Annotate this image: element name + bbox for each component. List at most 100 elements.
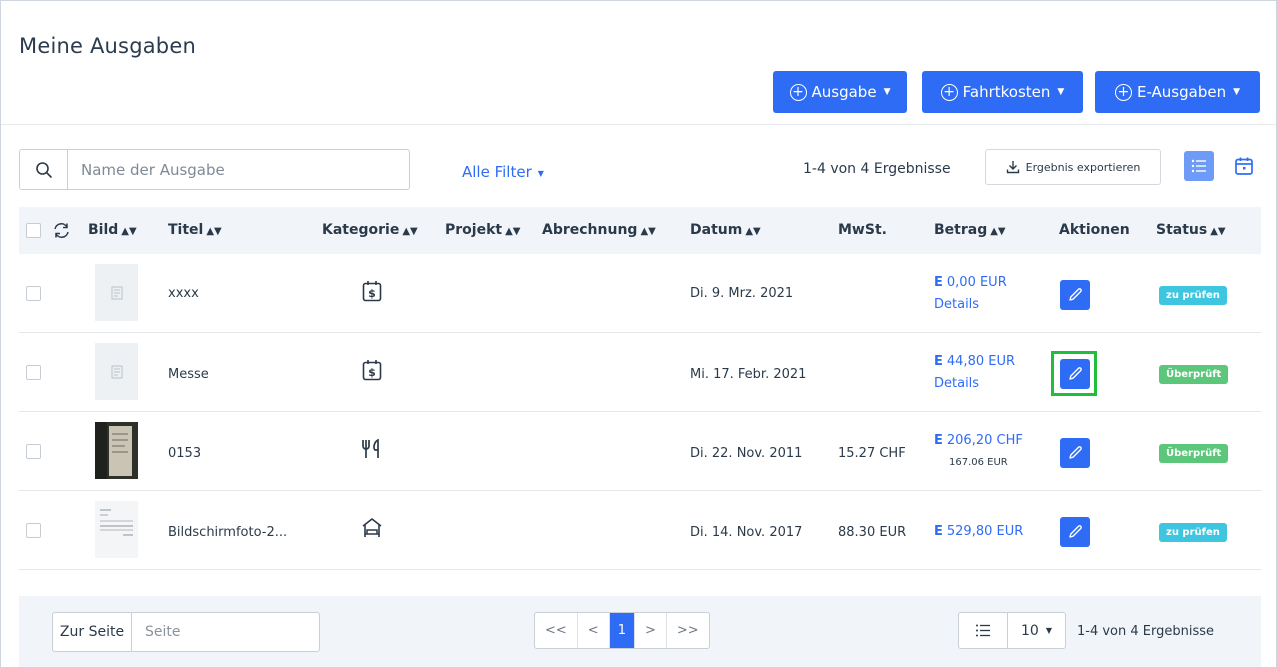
row-vat: 88.30 EUR	[838, 525, 907, 540]
expense-type-marker: E	[934, 354, 943, 369]
fork-knife-icon	[362, 439, 379, 458]
export-results-button[interactable]: Ergebnis exportieren	[985, 149, 1161, 185]
expense-type-marker: E	[934, 524, 943, 539]
svg-text:$: $	[368, 366, 376, 379]
current-page-button[interactable]: 1	[609, 613, 635, 648]
row-amount: E 529,80 EUR	[934, 524, 1023, 539]
plus-circle-icon: +	[1114, 83, 1132, 101]
receipt-thumbnail[interactable]	[95, 264, 138, 321]
table-row[interactable]: Messe $ Mi. 17. Febr. 2021 E 44,80 EUR De…	[19, 333, 1261, 412]
add-expense-button[interactable]: + Ausgabe ▼	[773, 71, 907, 113]
row-date: Di. 9. Mrz. 2021	[690, 286, 794, 301]
row-date: Di. 14. Nov. 2017	[690, 525, 803, 540]
row-title[interactable]: Messe	[168, 367, 209, 382]
add-e-expense-button[interactable]: + E-Ausgaben ▼	[1095, 71, 1260, 113]
column-header-bild[interactable]: Bild ▲▼	[88, 222, 137, 238]
export-results-label: Ergebnis exportieren	[1025, 160, 1141, 174]
column-header-projekt[interactable]: Projekt ▲▼	[445, 222, 520, 238]
go-to-page-group: Zur Seite	[52, 612, 320, 652]
plus-circle-icon: +	[940, 83, 958, 101]
column-header-aktionen: Aktionen	[1059, 222, 1130, 238]
results-count: 1-4 von 4 Ergebnisse	[803, 161, 951, 177]
row-date: Di. 22. Nov. 2011	[690, 446, 803, 461]
page-number-input[interactable]	[132, 613, 319, 651]
column-header-abrechnung[interactable]: Abrechnung ▲▼	[542, 222, 656, 238]
column-header-status[interactable]: Status ▲▼	[1156, 222, 1226, 238]
pager: << < 1 > >>	[534, 612, 710, 649]
page-size-value: 10	[1021, 622, 1039, 639]
all-filters-label: Alle Filter	[462, 163, 532, 181]
expense-type-marker: E	[934, 275, 943, 290]
search-button[interactable]	[20, 150, 68, 189]
sort-icon: ▲▼	[505, 226, 521, 237]
plus-circle-icon: +	[789, 83, 807, 101]
caret-down-icon: ▼	[883, 87, 891, 97]
column-header-datum[interactable]: Datum ▲▼	[690, 222, 761, 238]
row-checkbox[interactable]	[26, 523, 41, 538]
next-page-button[interactable]: >	[635, 613, 667, 648]
add-travel-costs-label: Fahrtkosten	[962, 83, 1051, 101]
row-details-link[interactable]: Details	[934, 297, 979, 312]
first-page-button[interactable]: <<	[535, 613, 578, 648]
select-all-checkbox[interactable]	[26, 223, 41, 238]
edit-button[interactable]	[1060, 517, 1090, 547]
row-title[interactable]: xxxx	[168, 286, 199, 301]
row-details-link[interactable]: Details	[934, 376, 979, 391]
column-header-titel[interactable]: Titel ▲▼	[168, 222, 222, 238]
add-travel-costs-button[interactable]: + Fahrtkosten ▼	[922, 71, 1083, 113]
page-title: Meine Ausgaben	[19, 34, 196, 58]
table-row[interactable]: Bildschirmfoto-2... Di. 14. Nov. 2017 88…	[19, 491, 1261, 570]
calendar-view-toggle[interactable]	[1229, 151, 1259, 181]
receipt-thumbnail[interactable]	[95, 501, 138, 558]
table-row[interactable]: xxxx $ Di. 9. Mrz. 2021 E 0,00 EUR Detail…	[19, 254, 1261, 333]
search-input[interactable]	[68, 150, 409, 189]
edit-button[interactable]	[1060, 359, 1090, 389]
edit-button[interactable]	[1060, 280, 1090, 310]
status-badge: zu prüfen	[1159, 286, 1227, 305]
calendar-dollar-icon: $	[362, 281, 382, 302]
column-header-betrag[interactable]: Betrag ▲▼	[934, 222, 1006, 238]
receipt-placeholder-icon	[111, 365, 122, 378]
table-header: Bild ▲▼ Titel ▲▼ Kategorie ▲▼ Projekt ▲▼ Abr…	[19, 207, 1261, 254]
expense-type-marker: E	[934, 433, 943, 448]
list-view-toggle[interactable]	[1184, 151, 1214, 181]
last-page-button[interactable]: >>	[667, 613, 709, 648]
go-to-page-button[interactable]: Zur Seite	[53, 613, 132, 651]
sort-icon: ▲▼	[990, 226, 1006, 237]
pencil-icon	[1069, 446, 1082, 459]
page-size-list-button[interactable]	[959, 613, 1008, 648]
page-size-group: 10 ▼	[958, 612, 1066, 649]
column-header-mwst: MwSt.	[838, 222, 887, 238]
row-checkbox[interactable]	[26, 365, 41, 380]
column-header-kategorie[interactable]: Kategorie ▲▼	[322, 222, 418, 238]
row-amount: E 206,20 CHF	[934, 433, 1023, 448]
pencil-icon	[1069, 288, 1082, 301]
row-title[interactable]: Bildschirmfoto-2...	[168, 525, 287, 540]
row-checkbox[interactable]	[26, 286, 41, 301]
receipt-thumbnail[interactable]	[95, 422, 138, 479]
table-row[interactable]: 0153 Di. 22. Nov. 2011 15.27 CHF E 206,20…	[19, 412, 1261, 491]
row-amount: E 0,00 EUR	[934, 275, 1007, 290]
status-badge: Überprüft	[1159, 365, 1229, 384]
receipt-thumbnail[interactable]	[95, 343, 138, 400]
row-vat: 15.27 CHF	[838, 446, 906, 461]
sort-icon: ▲▼	[402, 226, 418, 237]
row-title[interactable]: 0153	[168, 446, 201, 461]
previous-page-button[interactable]: <	[578, 613, 610, 648]
add-e-expense-label: E-Ausgaben	[1136, 83, 1227, 101]
row-amount-value: 529,80 EUR	[946, 524, 1024, 539]
status-badge: zu prüfen	[1159, 523, 1227, 542]
add-expense-label: Ausgabe	[811, 83, 877, 101]
sort-icon: ▲▼	[206, 226, 222, 237]
caret-down-icon: ▼	[537, 169, 544, 178]
page-size-select[interactable]: 10 ▼	[1008, 613, 1065, 648]
all-filters-dropdown[interactable]: Alle Filter ▼	[462, 163, 544, 181]
row-converted-amount: 167.06 EUR	[949, 457, 1008, 468]
row-checkbox[interactable]	[26, 444, 41, 459]
refresh-icon[interactable]	[52, 222, 71, 239]
list-icon	[976, 624, 990, 637]
receipt-placeholder-icon	[111, 286, 122, 299]
edit-button[interactable]	[1060, 438, 1090, 468]
search-box	[19, 149, 410, 190]
pencil-icon	[1069, 367, 1082, 380]
